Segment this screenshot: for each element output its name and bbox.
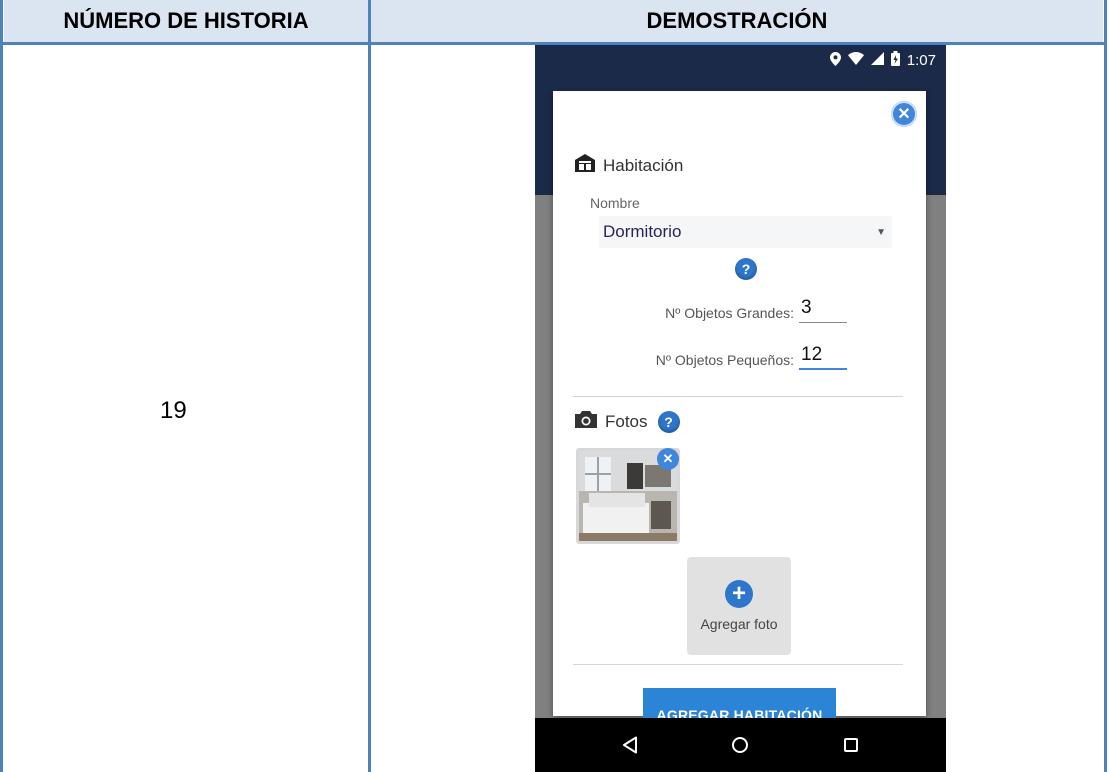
android-nav-bar: [535, 718, 946, 772]
left-border: [0, 0, 3, 772]
small-objects-label: Nº Objetos Pequeños:: [655, 352, 794, 368]
section-divider: [573, 664, 903, 665]
home-button[interactable]: [720, 725, 760, 765]
remove-photo-button[interactable]: ✕: [657, 448, 679, 470]
header-demonstration: DEMOSTRACIÓN: [371, 0, 1103, 42]
column-divider: [368, 0, 371, 772]
large-objects-input[interactable]: 3: [799, 297, 847, 323]
close-dialog-button[interactable]: ✕: [891, 101, 917, 127]
section-divider: [573, 396, 903, 397]
help-icon-room[interactable]: ?: [735, 258, 757, 280]
room-name-value: Dormitorio: [603, 222, 682, 241]
add-photo-button[interactable]: + Agregar foto: [687, 557, 791, 655]
back-button[interactable]: [610, 725, 650, 765]
help-icon-photos[interactable]: ?: [657, 411, 680, 433]
home-icon: [732, 737, 749, 753]
room-name-select[interactable]: Dormitorio ▼: [599, 216, 892, 248]
back-icon: [623, 736, 638, 754]
large-objects-label: Nº Objetos Grandes:: [665, 305, 794, 321]
plus-icon: +: [725, 580, 753, 608]
status-time: 1:07: [906, 51, 936, 69]
recents-button[interactable]: [831, 725, 871, 765]
add-photo-label: Agregar foto: [700, 616, 778, 632]
battery-icon: [890, 51, 900, 69]
close-icon: ✕: [662, 451, 674, 466]
dropdown-caret-icon: ▼: [876, 226, 886, 238]
small-objects-input[interactable]: 12: [799, 344, 847, 370]
room-title: Habitación: [603, 155, 684, 175]
photos-section-title: Fotos ?: [575, 411, 680, 433]
header-story-number: NÚMERO DE HISTORIA: [4, 0, 368, 42]
nombre-label: Nombre: [590, 195, 640, 211]
building-icon: [575, 154, 595, 177]
status-bar: 1:07: [535, 45, 946, 75]
photos-title: Fotos: [605, 412, 648, 431]
right-border: [1104, 0, 1107, 772]
location-icon: [829, 51, 841, 69]
add-room-dialog: Habitación ✕ Nombre Dormitorio ▼ ? Nº Ob…: [553, 91, 926, 742]
story-number: 19: [160, 397, 187, 424]
signal-icon: [870, 52, 884, 68]
close-icon: ✕: [897, 106, 911, 123]
room-section-title: Habitación: [575, 154, 683, 177]
wifi-icon: [847, 52, 864, 68]
phone-screenshot: 1:07 Habitación ✕ Nombre Dormitorio ▼ ? …: [535, 45, 946, 772]
camera-icon: [575, 411, 597, 433]
recents-icon: [843, 738, 858, 752]
